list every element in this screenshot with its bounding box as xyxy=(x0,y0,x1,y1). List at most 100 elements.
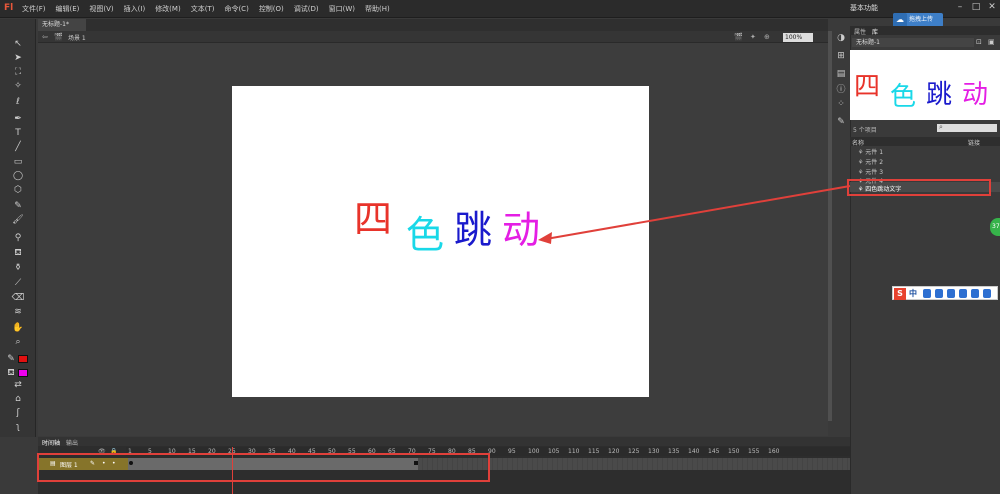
stage-char-dong[interactable]: 动 xyxy=(502,199,540,254)
scene-label[interactable]: 场景 1 xyxy=(68,33,86,42)
brush-tool-icon[interactable]: 🖌 xyxy=(9,214,27,226)
library-pin-icon[interactable]: ⊡ xyxy=(976,38,982,46)
straighten-icon[interactable]: ʅ xyxy=(9,421,27,433)
maximize-icon[interactable]: □ xyxy=(970,2,982,14)
ime-mode[interactable]: 中 xyxy=(909,288,917,299)
library-item[interactable]: ⚘ 元件 3 xyxy=(858,167,883,176)
subselection-tool-icon[interactable]: ➤ xyxy=(9,52,27,64)
menu-insert[interactable]: 插入(I) xyxy=(124,4,146,14)
ime-tools-icon[interactable] xyxy=(983,289,991,298)
ime-keyboard-icon[interactable] xyxy=(959,289,967,298)
preview-char-se: 色 xyxy=(890,82,917,112)
menu-help[interactable]: 帮助(H) xyxy=(365,4,390,14)
zoom-tool-icon[interactable]: ⌕ xyxy=(9,336,27,348)
library-document-select[interactable]: 无标题-1 xyxy=(852,38,974,47)
eraser-tool-icon[interactable]: ⌫ xyxy=(9,292,27,304)
menu-edit[interactable]: 编辑(E) xyxy=(56,4,80,14)
3d-rotation-icon[interactable]: ✧ xyxy=(9,80,27,92)
ink-bottle-icon[interactable]: ⚱ xyxy=(9,262,27,274)
close-icon[interactable]: ✕ xyxy=(986,2,998,14)
selection-tool-icon[interactable]: ↖ xyxy=(9,38,27,50)
sogou-logo-icon: S xyxy=(894,288,906,300)
frame-tick: 130 xyxy=(648,448,660,455)
library-search-input[interactable]: ⌕ xyxy=(937,123,997,132)
align-panel-icon[interactable]: ⊞ xyxy=(836,51,846,61)
bone-tool-icon[interactable]: ⚲ xyxy=(9,232,27,244)
menu-view[interactable]: 视图(V) xyxy=(89,4,113,14)
library-item[interactable]: ⚘ 元件 1 xyxy=(858,147,883,156)
ime-skin-icon[interactable] xyxy=(971,289,979,298)
menu-items: 文件(F) 编辑(E) 视图(V) 插入(I) 修改(M) 文本(T) 命令(C… xyxy=(22,4,400,14)
search-icon: ⌕ xyxy=(939,123,943,131)
highlight-box-library xyxy=(847,179,991,196)
workspace-switcher[interactable]: 基本功能 xyxy=(850,3,878,13)
new-library-icon[interactable]: ▣ xyxy=(988,38,995,46)
ime-punct-icon[interactable] xyxy=(923,289,931,298)
stage-canvas[interactable]: 四 色 跳 动 xyxy=(232,86,649,397)
pencil-tool-icon[interactable]: ✎ xyxy=(9,200,27,212)
ime-emoji-icon[interactable] xyxy=(935,289,943,298)
document-tab[interactable]: 无标题-1* xyxy=(38,19,86,31)
scene-clapper-icon: 🎬 xyxy=(54,33,63,41)
frame-tick: 105 xyxy=(548,448,560,455)
lasso-icon[interactable]: ℓ xyxy=(9,96,27,108)
text-tool-icon[interactable]: T xyxy=(9,127,27,139)
polystar-tool-icon[interactable]: ⬡ xyxy=(9,184,27,196)
tab-library[interactable]: 库 xyxy=(872,27,878,36)
smooth-icon[interactable]: ʃ xyxy=(9,407,27,419)
tab-timeline[interactable]: 时间轴 xyxy=(42,438,60,447)
line-tool-icon[interactable]: ╱ xyxy=(9,141,27,153)
oval-tool-icon[interactable]: ◯ xyxy=(9,170,27,182)
stage-char-si[interactable]: 四 xyxy=(354,188,392,243)
hand-tool-icon[interactable]: ✋ xyxy=(9,322,27,334)
swatches-panel-icon[interactable]: ⁘ xyxy=(836,99,846,109)
highlight-box-timeline xyxy=(37,453,490,482)
cloud-upload-label: 拖拽上传 xyxy=(909,16,934,23)
edit-scene-icon[interactable]: 🎬 xyxy=(734,33,743,41)
menu-commands[interactable]: 命令(C) xyxy=(224,4,248,14)
tab-properties[interactable]: 属性 xyxy=(854,27,866,36)
edit-symbol-icon[interactable]: ✦ xyxy=(750,33,756,41)
transform-panel-icon[interactable]: ▤ xyxy=(836,69,846,79)
status-badge[interactable]: 37 xyxy=(990,218,1000,236)
column-name[interactable]: 名称 xyxy=(852,138,864,147)
library-header: 名称 链接 xyxy=(850,137,1000,147)
stage-char-se[interactable]: 色 xyxy=(406,204,444,259)
zoom-select[interactable]: 100% xyxy=(783,33,813,42)
width-tool-icon[interactable]: ≋ xyxy=(9,306,27,318)
tab-output[interactable]: 输出 xyxy=(66,438,78,447)
fill-color-swatch[interactable] xyxy=(18,369,28,377)
column-linkage[interactable]: 链接 xyxy=(968,138,980,147)
menu-text[interactable]: 文本(T) xyxy=(191,4,215,14)
preview-char-si: 四 xyxy=(854,72,881,102)
ime-voice-icon[interactable] xyxy=(947,289,955,298)
color-panel-icon[interactable]: ◑ xyxy=(836,33,846,43)
paint-bucket-icon[interactable]: ⛾ xyxy=(9,247,27,259)
menu-file[interactable]: 文件(F) xyxy=(22,4,46,14)
menu-debug[interactable]: 调试(D) xyxy=(294,4,319,14)
eyedropper-icon[interactable]: ⟋ xyxy=(9,277,27,289)
menu-control[interactable]: 控制(O) xyxy=(259,4,284,14)
ime-toolbar: S 中 xyxy=(892,286,998,300)
motion-presets-icon[interactable]: ✎ xyxy=(836,117,846,127)
pen-tool-icon[interactable]: ✒ xyxy=(9,113,27,125)
swap-colors-icon[interactable]: ⇄ xyxy=(9,379,27,391)
info-panel-icon[interactable]: ⓘ xyxy=(836,85,846,95)
frame-tick: 150 xyxy=(728,448,740,455)
frame-tick: 160 xyxy=(768,448,780,455)
minimize-icon[interactable]: – xyxy=(954,2,966,14)
back-arrow-icon[interactable]: ⇦ xyxy=(42,33,48,41)
snap-to-objects-icon[interactable]: ⌂ xyxy=(9,393,27,405)
free-transform-icon[interactable]: ⛶ xyxy=(9,66,27,78)
frame-tick: 110 xyxy=(568,448,580,455)
stroke-color-swatch[interactable] xyxy=(18,355,28,363)
frame-tick: 140 xyxy=(688,448,700,455)
library-preview: 四 色 跳 动 xyxy=(850,50,1000,120)
menu-modify[interactable]: 修改(M) xyxy=(155,4,181,14)
stage-char-tiao[interactable]: 跳 xyxy=(454,199,492,254)
rectangle-tool-icon[interactable]: ▭ xyxy=(9,156,27,168)
menu-window[interactable]: 窗口(W) xyxy=(329,4,355,14)
library-item[interactable]: ⚘ 元件 2 xyxy=(858,157,883,166)
center-stage-icon[interactable]: ⊕ xyxy=(764,33,770,41)
frame-tick: 125 xyxy=(628,448,640,455)
